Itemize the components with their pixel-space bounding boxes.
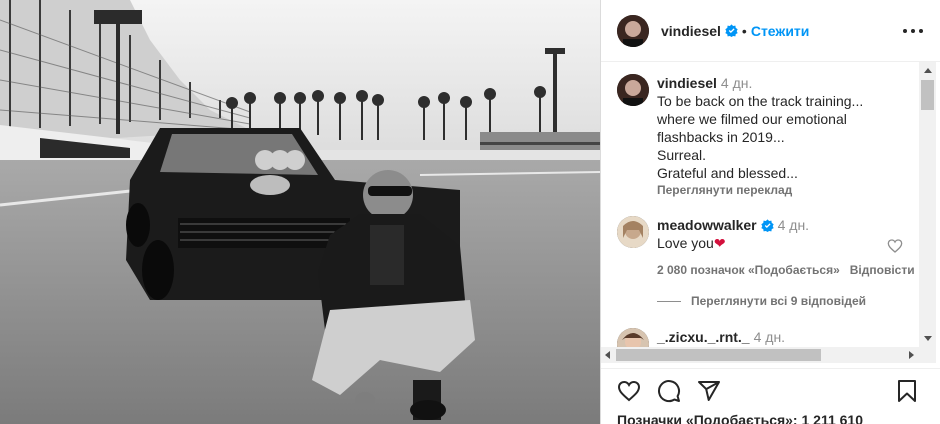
more-options-icon[interactable] [903,22,923,40]
likes-count[interactable]: Позначки «Подобається»: 1 211 610 [617,412,863,424]
comments-horizontal-scrollbar[interactable] [601,347,936,363]
comment-time[interactable]: 4 дн. [754,329,785,345]
caption-line: flashbacks in 2019... [657,129,785,145]
view-replies-label: Переглянути всі 9 відповідей [691,294,866,308]
scrollbar-thumb[interactable] [921,80,934,110]
follow-button[interactable]: Стежити [751,23,810,39]
view-replies-button[interactable]: Переглянути всі 9 відповідей [657,294,866,308]
post-photo[interactable] [0,0,600,424]
scroll-right-arrow-icon[interactable] [909,351,914,359]
comment-body: meadowwalker 4 дн. Love you❤ 2 080 позна… [657,216,919,278]
share-icon[interactable] [697,379,721,403]
post-photo-image [0,0,600,424]
caption-time[interactable]: 4 дн. [721,75,752,91]
verified-badge-icon [760,219,774,232]
comment-body: _.zicxu._.rnt._ 4 дн. [657,328,919,347]
comment-text: Love you [657,235,714,251]
caption-line: Surreal. [657,147,707,163]
post-header: vindiesel • Стежити [601,0,940,62]
caption-body: vindiesel 4 дн. To be back on the track t… [657,74,919,198]
post-side-panel: vindiesel • Стежити vindiesel 4 дн. To be… [600,0,940,424]
header-separator: • [741,22,747,39]
comment-username[interactable]: _.zicxu._.rnt._ [657,329,750,345]
caption-line: Grateful and blessed... [657,165,798,181]
caption-item: vindiesel 4 дн. To be back on the track t… [617,74,919,198]
verified-badge-icon [725,24,738,37]
comments-vertical-scrollbar[interactable] [919,62,936,347]
comment-username[interactable]: meadowwalker [657,217,757,233]
comment-likes-count[interactable]: 2 080 позначок «Подобається» [657,263,840,277]
comments-list[interactable]: vindiesel 4 дн. To be back on the track t… [601,62,919,347]
translate-link[interactable]: Переглянути переклад [657,183,792,197]
comment-avatar[interactable] [617,328,649,347]
scroll-up-arrow-icon[interactable] [924,68,932,73]
scroll-down-arrow-icon[interactable] [924,336,932,341]
caption-line: where we filmed our emotional [657,111,847,127]
caption-line: To be back on the track training... [657,93,864,109]
comment-time[interactable]: 4 дн. [778,217,809,233]
heart-icon[interactable] [617,379,641,403]
author-avatar[interactable] [617,14,649,47]
caption-avatar[interactable] [617,74,649,106]
comment-item: meadowwalker 4 дн. Love you❤ 2 080 позна… [617,216,919,278]
red-heart-emoji: ❤ [713,235,726,251]
scrollbar-thumb[interactable] [616,349,821,361]
scroll-left-arrow-icon[interactable] [605,351,610,359]
bookmark-icon[interactable] [895,379,919,403]
replies-divider [657,300,681,302]
post-actions-bar [601,368,940,412]
comment-item: _.zicxu._.rnt._ 4 дн. [617,328,919,347]
caption-username[interactable]: vindiesel [657,75,717,91]
comment-like-heart-icon[interactable] [887,238,903,254]
reply-button[interactable]: Відповісти [850,263,915,277]
author-username[interactable]: vindiesel [661,23,721,39]
comment-avatar[interactable] [617,216,649,248]
comment-icon[interactable] [657,379,681,403]
